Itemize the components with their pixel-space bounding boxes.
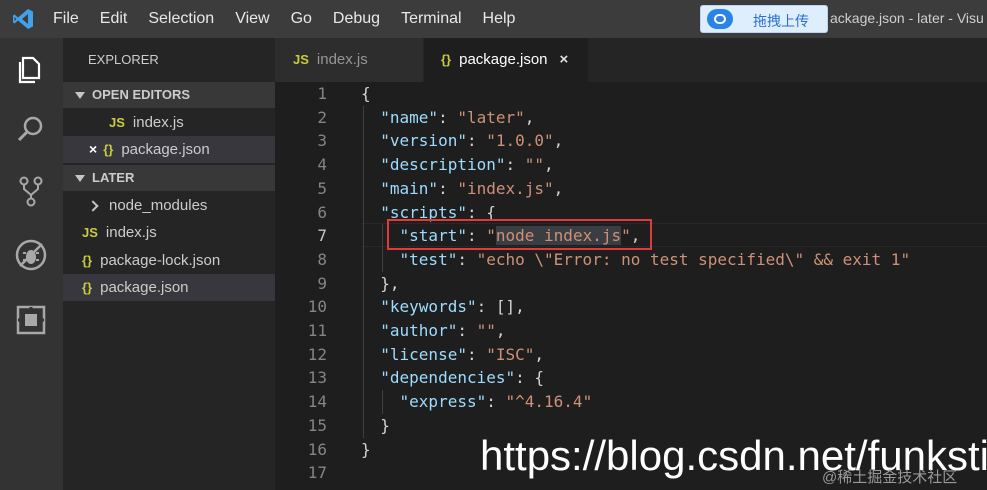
open-editor-label: package.json — [121, 141, 210, 158]
chevron-right-icon — [87, 200, 99, 212]
line-number: 11 — [307, 321, 327, 340]
line-number: 1 — [317, 84, 327, 103]
line-number: 13 — [307, 368, 327, 388]
code-line-8: "test": "echo \"Error: no test specified… — [399, 249, 911, 269]
tree-item-label: package-lock.json — [100, 252, 221, 269]
menu-selection[interactable]: Selection — [148, 10, 214, 28]
line-number: 7 — [317, 226, 327, 246]
menu-file[interactable]: File — [53, 10, 79, 28]
secondary-watermark: @稀土掘金技术社区 — [822, 469, 958, 486]
tree-item-label: package.json — [100, 279, 189, 296]
menu-bar: File Edit Selection View Go Debug Termin… — [53, 0, 536, 38]
tab-label: index.js — [316, 51, 368, 68]
line-number: 4 — [317, 155, 327, 175]
drag-upload-button[interactable]: 拖拽上传 — [700, 5, 828, 33]
line-number: 3 — [317, 131, 327, 151]
upload-label: 拖拽上传 — [753, 13, 809, 29]
line-number: 12 — [307, 344, 327, 364]
close-tab-icon[interactable]: × — [560, 51, 569, 68]
chevron-down-icon — [75, 91, 85, 99]
menu-go[interactable]: Go — [291, 10, 312, 28]
tree-item-package-json[interactable]: {} package.json — [63, 274, 294, 301]
tab-label: package.json — [459, 51, 548, 68]
line-number: 15 — [307, 415, 327, 435]
code-line-11: "author": "", — [380, 321, 506, 340]
open-editor-item-package-json[interactable]: × {} package.json — [63, 136, 301, 163]
line-number: 5 — [317, 178, 327, 198]
tree-item-package-lock-json[interactable]: {} package-lock.json — [63, 247, 294, 274]
js-file-icon: JS — [293, 52, 309, 67]
search-icon[interactable] — [14, 112, 48, 146]
tree-item-label: node_modules — [109, 197, 208, 214]
title-bar: File Edit Selection View Go Debug Termin… — [0, 0, 987, 38]
tree-item-label: index.js — [105, 224, 157, 241]
code-line-12: "license": "ISC", — [380, 344, 545, 364]
files-icon[interactable] — [14, 52, 48, 86]
activity-bar — [0, 38, 63, 490]
js-file-icon: JS — [82, 225, 98, 240]
menu-view[interactable]: View — [235, 10, 269, 28]
code-line-3: "version": "1.0.0", — [380, 131, 564, 151]
code-line-4: "description": "", — [380, 155, 554, 175]
line-number: 16 — [307, 439, 327, 459]
code-line-1: { — [361, 84, 371, 103]
json-file-icon: {} — [82, 253, 93, 268]
extensions-icon[interactable] — [14, 302, 48, 336]
line-number: 9 — [317, 273, 327, 293]
code-line-2: "name": "later", — [380, 107, 535, 127]
code-line-5: "main": "index.js", — [380, 178, 564, 198]
code-line-9: }, — [380, 273, 400, 293]
chevron-down-icon — [75, 174, 85, 182]
menu-terminal[interactable]: Terminal — [401, 10, 461, 28]
open-editors-label: OPEN EDITORS — [92, 87, 191, 102]
highlight-annotation-box — [387, 219, 652, 250]
debug-icon[interactable] — [14, 238, 48, 272]
line-number: 17 — [307, 463, 327, 483]
cloud-icon — [707, 9, 733, 29]
line-number: 6 — [317, 202, 327, 222]
json-file-icon: {} — [103, 142, 114, 157]
code-line-15: } — [380, 415, 390, 435]
open-editor-label: index.js — [132, 114, 184, 131]
menu-edit[interactable]: Edit — [100, 10, 128, 28]
source-control-icon[interactable] — [14, 174, 48, 208]
code-line-13: "dependencies": { — [380, 368, 545, 388]
tree-item-index-js[interactable]: JS index.js — [63, 219, 294, 246]
tree-item-node-modules[interactable]: node_modules — [63, 192, 301, 219]
close-icon[interactable]: × — [89, 141, 97, 157]
window-title: ackage.json - later - Visu — [830, 10, 984, 26]
json-file-icon: {} — [82, 280, 93, 295]
line-number: 14 — [307, 392, 327, 412]
project-label: LATER — [92, 170, 135, 185]
menu-help[interactable]: Help — [483, 10, 516, 28]
code-editor[interactable]: 1 2 3 4 5 6 7 8 9 10 11 12 13 14 15 16 1… — [275, 82, 987, 490]
line-number: 8 — [317, 249, 327, 269]
line-number: 2 — [317, 107, 327, 127]
editor-tabs: JS index.js {} package.json × — [275, 38, 987, 82]
menu-debug[interactable]: Debug — [333, 10, 380, 28]
explorer-sidebar: EXPLORER OPEN EDITORS JS index.js × {} pack… — [63, 38, 301, 490]
line-number: 10 — [307, 297, 327, 317]
js-file-icon: JS — [109, 115, 125, 130]
tab-package-json[interactable]: {} package.json × — [424, 38, 588, 82]
tab-index-js[interactable]: JS index.js — [275, 38, 423, 82]
explorer-title: EXPLORER — [88, 52, 159, 67]
open-editors-section[interactable]: OPEN EDITORS — [63, 82, 275, 108]
code-line-14: "express": "^4.16.4" — [399, 392, 593, 412]
code-line-16: } — [361, 439, 371, 459]
vscode-logo-icon — [12, 8, 34, 30]
json-file-icon: {} — [441, 52, 452, 67]
code-line-10: "keywords": [], — [380, 297, 525, 317]
later-folder-section[interactable]: LATER — [63, 165, 275, 191]
